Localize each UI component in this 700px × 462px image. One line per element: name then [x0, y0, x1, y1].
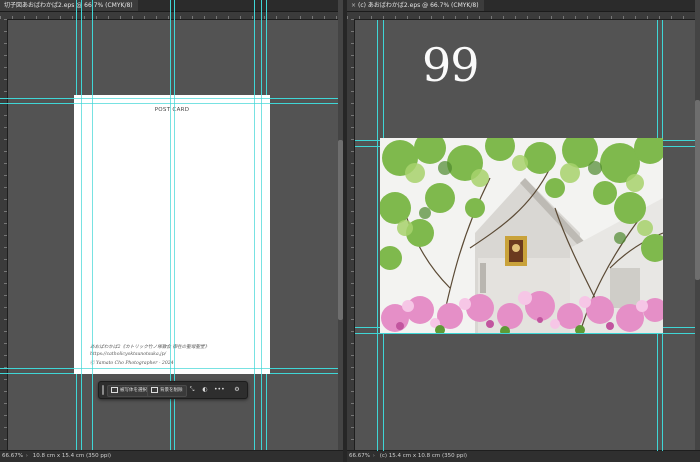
address-line: https://catholicyoktsunotsuka.jp/	[90, 352, 167, 357]
guide-vertical	[170, 95, 171, 374]
right-scroll-thumb[interactable]	[695, 100, 700, 280]
right-tab-bar: × (c) あおばわかば2.eps @ 66.7% (CMYK/8)	[347, 0, 700, 12]
page-number-text[interactable]: 99	[422, 42, 480, 88]
guide-horizontal	[74, 103, 270, 104]
photo-illustration	[380, 138, 663, 333]
right-tab-title: (c) あおばわかば2.eps @ 66.7% (CMYK/8)	[358, 2, 479, 9]
guide-vertical	[174, 95, 175, 374]
right-vertical-scrollbar[interactable]	[695, 0, 700, 462]
right-document-tab[interactable]: × (c) あおばわかば2.eps @ 66.7% (CMYK/8)	[347, 0, 484, 11]
guide-vertical[interactable]	[377, 20, 378, 451]
remove-background-label: 背景を削除	[160, 388, 183, 393]
left-horizontal-ruler	[0, 12, 343, 20]
close-icon[interactable]: ×	[351, 2, 356, 9]
left-document-tab[interactable]: 切子図あおばわかば2.eps @ 66.7% (CMYK/8)	[0, 0, 138, 11]
right-vertical-ruler	[347, 19, 355, 451]
right-status-bar: 66.67% › (c) 15.4 cm x 10.8 cm (350 ppi)	[347, 450, 700, 462]
guide-vertical	[81, 95, 82, 374]
status-arrow-icon[interactable]: ›	[26, 453, 28, 459]
guide-horizontal[interactable]	[355, 333, 695, 334]
right-horizontal-ruler	[347, 12, 700, 20]
drag-handle[interactable]	[102, 385, 104, 395]
contextual-task-bar: 被写体を選択 背景を削除 ⤡ ◐ ••• ⚙	[98, 381, 248, 399]
zoom-level[interactable]: 66.67%	[2, 451, 24, 462]
document-dimensions: 10.8 cm x 15.4 cm (350 ppi)	[32, 453, 112, 459]
select-subject-label: 被写体を選択	[120, 388, 147, 393]
status-arrow-icon[interactable]: ›	[373, 453, 375, 459]
address-line: Ⓒ Yamato Cho Photographer - 2024	[90, 361, 174, 366]
guide-vertical	[92, 95, 93, 374]
guide-vertical	[254, 95, 255, 374]
settings-icon[interactable]: ⚙	[232, 384, 242, 395]
postcard-page[interactable]: POST CARD あおばわかば2《カトリック竹ノ塚教会 御在の聖母聖堂》 ht…	[74, 95, 270, 374]
mask-icon[interactable]: ◐	[200, 384, 210, 395]
guide-vertical	[261, 95, 262, 374]
image-icon	[151, 386, 158, 393]
left-tab-title: 切子図あおばわかば2.eps @ 66.7% (CMYK/8)	[4, 2, 133, 9]
left-document-window: 切子図あおばわかば2.eps @ 66.7% (CMYK/8) POST CAR…	[0, 0, 343, 462]
person-icon	[111, 386, 118, 393]
remove-background-button[interactable]: 背景を削除	[147, 385, 187, 397]
church-azalea-photo[interactable]	[380, 138, 663, 333]
postcard-label: POST CARD	[154, 107, 190, 113]
zoom-level[interactable]: 66.67%	[349, 451, 371, 462]
select-subject-button[interactable]: 被写体を選択	[107, 385, 151, 397]
address-line: あおばわかば2《カトリック竹ノ塚教会 御在の聖母聖堂》	[90, 345, 210, 350]
transform-icon[interactable]: ⤡	[187, 384, 197, 395]
guide-horizontal	[74, 98, 270, 99]
guide-horizontal	[74, 368, 270, 369]
left-status-bar: 66.67% › 10.8 cm x 15.4 cm (350 ppi)	[0, 450, 343, 462]
document-dimensions: (c) 15.4 cm x 10.8 cm (350 ppi)	[379, 453, 468, 459]
left-tab-bar: 切子図あおばわかば2.eps @ 66.7% (CMYK/8)	[0, 0, 343, 12]
more-icon[interactable]: •••	[214, 384, 225, 395]
more-label: •••	[214, 386, 225, 393]
left-vertical-ruler	[0, 19, 8, 451]
